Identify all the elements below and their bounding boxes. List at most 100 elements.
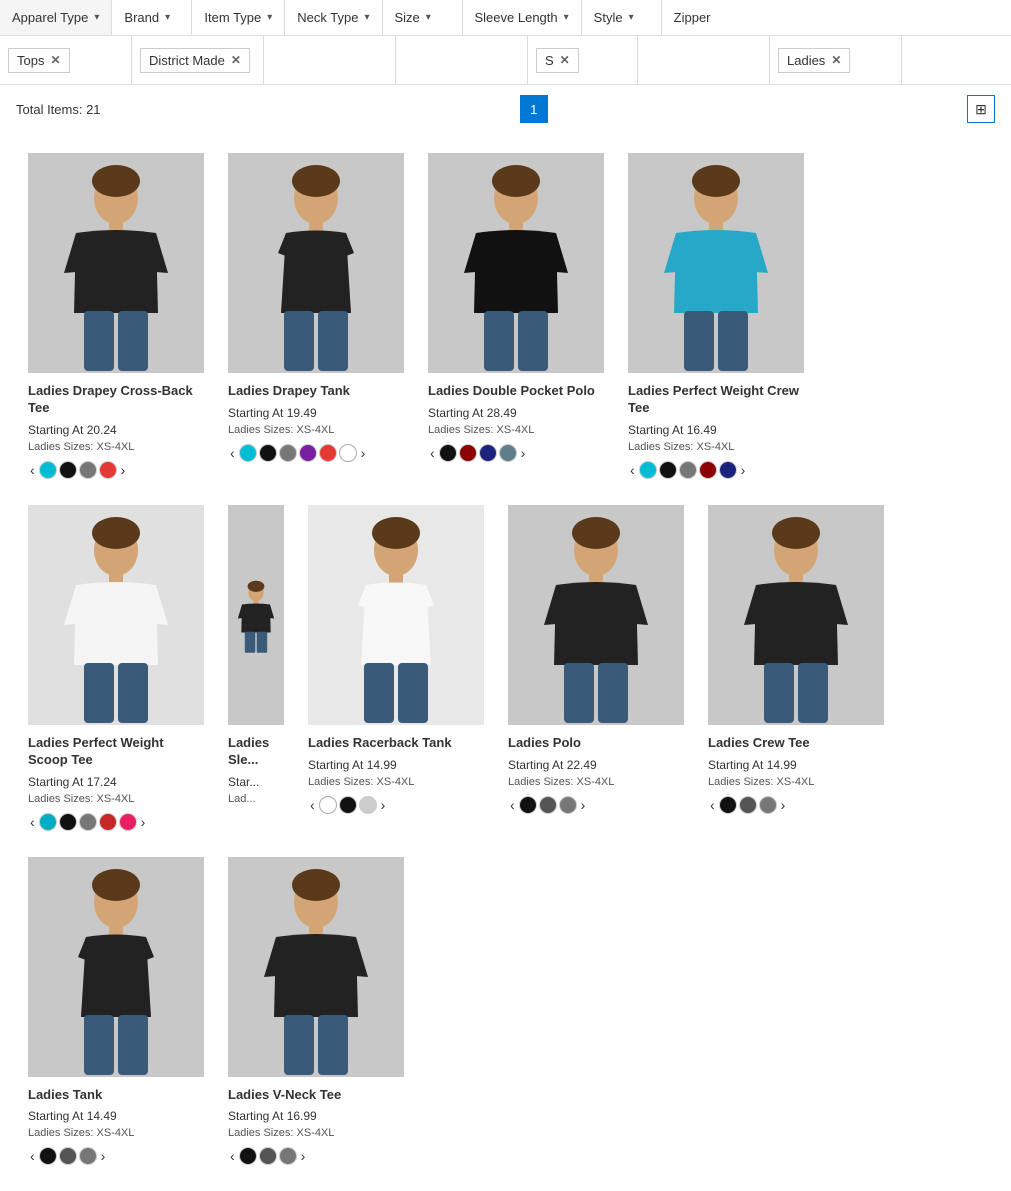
info-bar: Total Items: 21 1 ⊞ xyxy=(0,85,1011,133)
swatch-prev[interactable]: ‹ xyxy=(308,797,317,813)
color-swatch[interactable] xyxy=(719,461,737,479)
color-swatch[interactable] xyxy=(499,444,517,462)
color-swatch[interactable] xyxy=(739,796,757,814)
swatch-next[interactable]: › xyxy=(779,797,788,813)
swatch-next[interactable]: › xyxy=(519,445,528,461)
color-swatch[interactable] xyxy=(99,813,117,831)
color-swatch[interactable] xyxy=(459,444,477,462)
swatch-prev[interactable]: ‹ xyxy=(28,1148,37,1164)
color-swatch[interactable] xyxy=(279,444,297,462)
color-swatch[interactable] xyxy=(39,813,57,831)
swatch-prev[interactable]: ‹ xyxy=(28,814,37,830)
color-swatch[interactable] xyxy=(39,461,57,479)
product-name: Ladies Polo xyxy=(508,735,581,752)
color-swatch[interactable] xyxy=(679,461,697,479)
product-name: Ladies Double Pocket Polo xyxy=(428,383,595,400)
color-swatch[interactable] xyxy=(539,796,557,814)
color-swatch[interactable] xyxy=(79,461,97,479)
color-swatch[interactable] xyxy=(99,461,117,479)
color-swatch[interactable] xyxy=(59,1147,77,1165)
color-swatch[interactable] xyxy=(439,444,457,462)
color-swatch[interactable] xyxy=(559,796,577,814)
style-dropdown[interactable]: Style ▾ xyxy=(582,0,662,35)
swatch-next[interactable]: › xyxy=(579,797,588,813)
product-card[interactable]: Ladies Perfect Weight Crew TeeStarting A… xyxy=(616,143,816,495)
swatch-next[interactable]: › xyxy=(139,814,148,830)
swatch-prev[interactable]: ‹ xyxy=(628,462,637,478)
style-tag-segment: Ladies ✕ xyxy=(770,36,902,84)
color-swatch[interactable] xyxy=(339,444,357,462)
color-swatch[interactable] xyxy=(639,461,657,479)
neck-type-dropdown[interactable]: Neck Type ▾ xyxy=(285,0,382,35)
color-swatch[interactable] xyxy=(79,813,97,831)
product-price: Starting At 14.99 xyxy=(708,758,797,772)
color-swatch[interactable] xyxy=(259,444,277,462)
neck-type-chevron: ▾ xyxy=(364,12,369,23)
color-swatch[interactable] xyxy=(119,813,137,831)
size-remove[interactable]: ✕ xyxy=(560,53,570,67)
apparel-type-remove[interactable]: ✕ xyxy=(50,53,60,67)
sleeve-length-dropdown[interactable]: Sleeve Length ▾ xyxy=(463,0,582,35)
product-card[interactable]: Ladies Drapey TankStarting At 19.49Ladie… xyxy=(216,143,416,495)
color-swatches: ‹› xyxy=(708,796,787,814)
color-swatch[interactable] xyxy=(79,1147,97,1165)
swatch-prev[interactable]: ‹ xyxy=(508,797,517,813)
product-card[interactable]: Ladies Perfect Weight Scoop TeeStarting … xyxy=(16,495,216,847)
color-swatch[interactable] xyxy=(259,1147,277,1165)
color-swatch[interactable] xyxy=(299,444,317,462)
brand-remove[interactable]: ✕ xyxy=(231,53,241,67)
color-swatch[interactable] xyxy=(659,461,677,479)
color-swatch[interactable] xyxy=(279,1147,297,1165)
product-card[interactable]: Ladies PoloStarting At 22.49Ladies Sizes… xyxy=(496,495,696,847)
product-sizes: Ladies Sizes: XS-4XL xyxy=(508,776,614,788)
swatch-prev[interactable]: ‹ xyxy=(228,445,237,461)
swatch-prev[interactable]: ‹ xyxy=(428,445,437,461)
color-swatch[interactable] xyxy=(39,1147,57,1165)
swatch-next[interactable]: › xyxy=(379,797,388,813)
color-swatch[interactable] xyxy=(59,461,77,479)
item-type-dropdown[interactable]: Item Type ▾ xyxy=(192,0,285,35)
brand-chevron: ▾ xyxy=(165,12,170,23)
color-swatch[interactable] xyxy=(719,796,737,814)
product-card[interactable]: Ladies Racerback TankStarting At 14.99La… xyxy=(296,495,496,847)
size-dropdown[interactable]: Size ▾ xyxy=(383,0,463,35)
swatch-next[interactable]: › xyxy=(119,462,128,478)
apparel-type-dropdown[interactable]: Apparel Type ▾ xyxy=(0,0,112,35)
swatch-prev[interactable]: ‹ xyxy=(28,462,37,478)
color-swatch[interactable] xyxy=(359,796,377,814)
app-container: Apparel Type ▾ Brand ▾ Item Type ▾ Neck … xyxy=(0,0,1011,1191)
product-price: Star... xyxy=(228,775,259,789)
size-tag: S ✕ xyxy=(536,48,579,73)
color-swatch[interactable] xyxy=(239,1147,257,1165)
product-card[interactable]: Ladies Crew TeeStarting At 14.99Ladies S… xyxy=(696,495,896,847)
color-swatch[interactable] xyxy=(319,444,337,462)
page-1-button[interactable]: 1 xyxy=(520,95,548,123)
item-type-label: Item Type xyxy=(204,10,261,25)
color-swatch[interactable] xyxy=(759,796,777,814)
swatch-next[interactable]: › xyxy=(299,1148,308,1164)
color-swatch[interactable] xyxy=(479,444,497,462)
view-toggle[interactable]: ⊞ xyxy=(967,95,995,123)
swatch-prev[interactable]: ‹ xyxy=(228,1148,237,1164)
style-remove[interactable]: ✕ xyxy=(831,53,841,67)
swatch-next[interactable]: › xyxy=(99,1148,108,1164)
color-swatch[interactable] xyxy=(339,796,357,814)
color-swatch[interactable] xyxy=(319,796,337,814)
color-swatch[interactable] xyxy=(699,461,717,479)
color-swatch[interactable] xyxy=(519,796,537,814)
product-image xyxy=(308,505,484,725)
swatch-next[interactable]: › xyxy=(359,445,368,461)
product-card[interactable]: Ladies Sle...Star...Lad... xyxy=(216,495,296,847)
swatch-prev[interactable]: ‹ xyxy=(708,797,717,813)
product-image xyxy=(228,153,404,373)
product-name: Ladies Sle... xyxy=(228,735,284,769)
product-card[interactable]: Ladies V-Neck TeeStarting At 16.99Ladies… xyxy=(216,847,416,1182)
zipper-dropdown[interactable]: Zipper xyxy=(662,0,742,35)
color-swatch[interactable] xyxy=(59,813,77,831)
product-card[interactable]: Ladies Drapey Cross-Back TeeStarting At … xyxy=(16,143,216,495)
product-card[interactable]: Ladies TankStarting At 14.49Ladies Sizes… xyxy=(16,847,216,1182)
swatch-next[interactable]: › xyxy=(739,462,748,478)
product-card[interactable]: Ladies Double Pocket PoloStarting At 28.… xyxy=(416,143,616,495)
color-swatch[interactable] xyxy=(239,444,257,462)
brand-dropdown[interactable]: Brand ▾ xyxy=(112,0,192,35)
